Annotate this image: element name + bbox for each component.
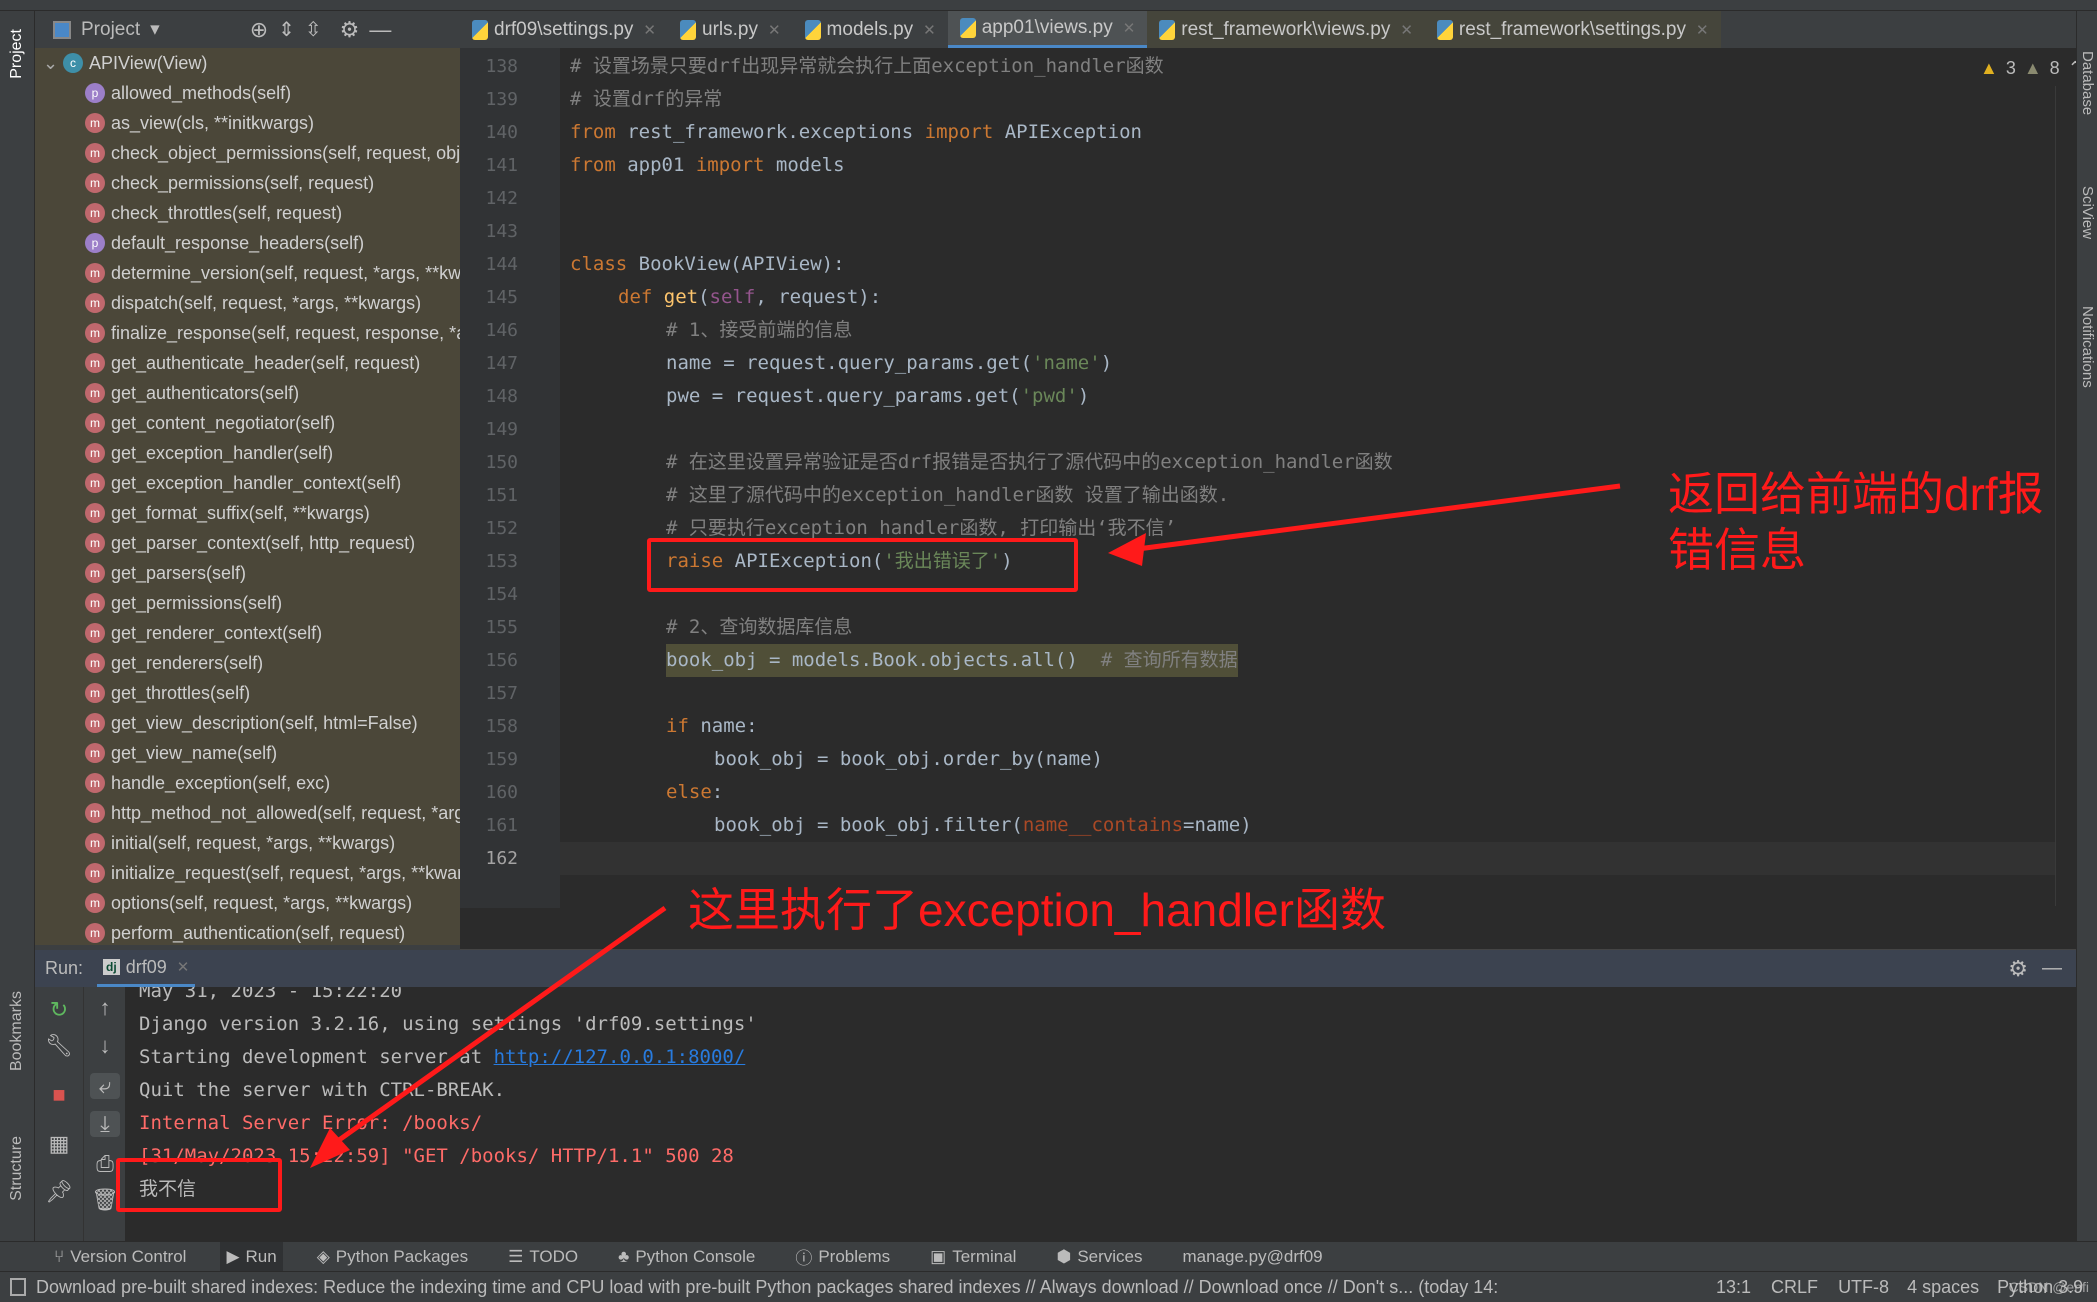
arrow-to-output [323, 905, 667, 1153]
annotation-right-note: 返回给前端的drf报错信息 [1668, 468, 2044, 576]
arrow-to-raise [1129, 483, 1621, 553]
annotation-bottom-note: 这里执行了exception_handler函数 [688, 884, 1386, 936]
arrow-head [1108, 533, 1146, 566]
annotation-arrows [310, 483, 1621, 1168]
